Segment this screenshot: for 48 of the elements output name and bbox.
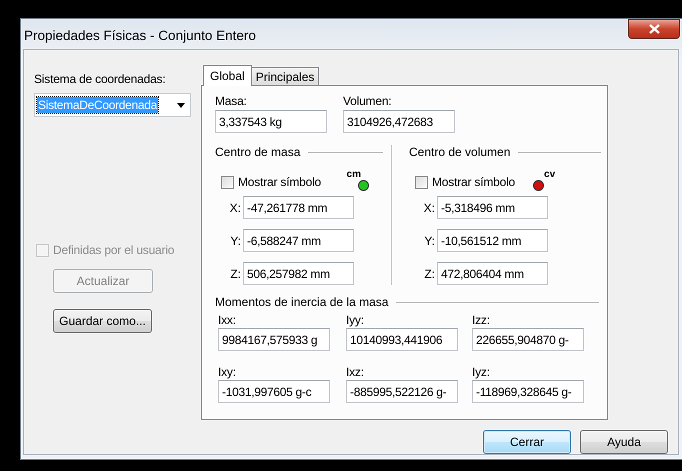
text-field[interactable]: -118969,328645 g- (472, 380, 584, 403)
text-field[interactable]: -5,318496 mm (437, 196, 548, 219)
text-field[interactable]: 9984167,575933 g (218, 328, 330, 351)
symbol-label: cm (346, 169, 361, 180)
close-icon (648, 24, 660, 34)
save-as-button[interactable]: Guardar como... (53, 309, 152, 333)
checkbox-label: Definidas por el usuario (53, 243, 174, 257)
field-label: Masa: (215, 94, 248, 108)
text-field[interactable]: 3,337543 kg (215, 110, 327, 133)
field-label: Volumen: (343, 94, 392, 108)
checkbox[interactable] (221, 176, 234, 188)
help-button[interactable]: Ayuda (580, 430, 668, 454)
field-label: Ixy: (218, 365, 237, 379)
axis-label: X: (422, 200, 436, 214)
checkbox-label: Mostrar símbolo (432, 175, 516, 189)
text-field[interactable]: -1031,997605 g-c (218, 380, 330, 403)
field-label: Iyy: (346, 313, 365, 327)
field-label: Sistema de coordenadas: (34, 72, 166, 86)
symbol-label: cv (544, 169, 556, 180)
window-title: Propiedades Físicas - Conjunto Entero (24, 26, 256, 42)
text-field[interactable]: 472,806404 mm (437, 262, 548, 285)
close-dialog-button[interactable]: Cerrar (483, 430, 571, 454)
group-title: Centro de masa (215, 145, 300, 159)
field-label: Izz: (472, 313, 491, 327)
axis-label: Z: (229, 266, 242, 280)
tab[interactable]: Principales (250, 67, 320, 85)
axis-label: Y: (423, 234, 436, 248)
group-title: Momentos de inercia de la masa (215, 295, 388, 309)
field-label: Ixz: (346, 365, 365, 379)
caret-icon (177, 102, 185, 108)
tab[interactable]: Global (203, 65, 252, 86)
field-label: Iyz: (472, 365, 491, 379)
axis-label: Y: (229, 234, 242, 248)
text-field[interactable]: -10,561512 mm (437, 229, 548, 252)
axis-label: Z: (423, 266, 436, 280)
text-field[interactable]: -6,588247 mm (243, 229, 354, 252)
text-field[interactable]: -47,261778 mm (243, 196, 354, 219)
text-field[interactable]: 226655,904870 g- (472, 328, 584, 351)
field-label: Ixx: (218, 313, 237, 327)
text-field[interactable]: -885995,522126 g- (346, 380, 458, 403)
close-button[interactable] (628, 19, 680, 39)
group-title: Centro de volumen (409, 145, 510, 159)
checkbox-label: Mostrar símbolo (238, 175, 322, 189)
text-field[interactable]: 3104926,472683 (343, 110, 455, 133)
axis-label: X: (228, 200, 242, 214)
checkbox[interactable] (415, 176, 428, 188)
text-field[interactable]: 10140993,441906 (346, 328, 458, 351)
text-field[interactable]: 506,257982 mm (243, 262, 354, 285)
